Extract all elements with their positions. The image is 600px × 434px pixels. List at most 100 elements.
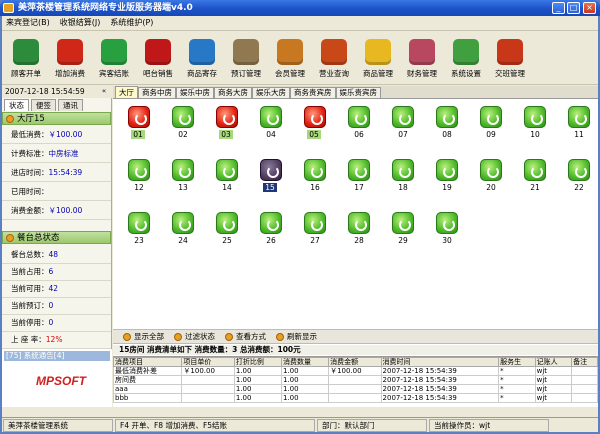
room-icon bbox=[348, 106, 370, 128]
collapse-panel-button[interactable]: « bbox=[99, 87, 109, 96]
table-cell bbox=[328, 393, 382, 403]
column-header: 备注 bbox=[571, 357, 598, 367]
tab-comm[interactable]: 通讯 bbox=[58, 99, 83, 111]
menu-checkin[interactable]: 来宾登记(B) bbox=[6, 17, 50, 28]
toolbar-button-5[interactable]: 预订管理 bbox=[224, 31, 268, 86]
table-cell: wjt bbox=[534, 393, 573, 403]
consumption-table: 消费项目 项目单价 打折比例 消费数量 消费金额 消费时间 服务生 记账人 备注 最低消费补差 ￥… bbox=[112, 356, 598, 407]
action-2[interactable]: 查看方式 bbox=[225, 331, 266, 342]
table-row[interactable]: 房间费 1.00 1.00 2007-12-18 15:54:39 * wjt bbox=[112, 375, 598, 385]
action-1[interactable]: 过滤状态 bbox=[174, 331, 215, 342]
room-03[interactable]: 03 bbox=[213, 106, 241, 140]
room-26[interactable]: 26 bbox=[257, 212, 285, 246]
room-icon bbox=[128, 159, 150, 181]
action-label: 查看方式 bbox=[236, 332, 266, 341]
checkout-arrow-icon bbox=[101, 38, 127, 65]
tab-notes[interactable]: 便签 bbox=[31, 99, 56, 111]
toolbar-button-11[interactable]: 交班管理 bbox=[488, 31, 532, 86]
area-tab-4[interactable]: 娱乐大房 bbox=[252, 87, 290, 98]
room-16[interactable]: 16 bbox=[301, 159, 329, 193]
menu-checkout[interactable]: 收银结算(J) bbox=[60, 17, 101, 28]
area-tab-0[interactable]: 大厅 bbox=[115, 86, 138, 98]
room-04[interactable]: 04 bbox=[257, 106, 285, 140]
room-29[interactable]: 29 bbox=[389, 212, 417, 246]
table-cell: 2007-12-18 15:54:39 bbox=[380, 366, 500, 376]
room-19[interactable]: 19 bbox=[433, 159, 461, 193]
menu-system[interactable]: 系统维护(P) bbox=[110, 17, 153, 28]
toolbar-button-6[interactable]: 会员管理 bbox=[268, 31, 312, 86]
room-icon bbox=[436, 212, 458, 234]
room-06[interactable]: 06 bbox=[345, 106, 373, 140]
table-row[interactable]: 最低消费补差 ￥100.00 1.00 1.00 ￥100.00 2007-12-18 1… bbox=[112, 366, 598, 376]
area-tab-6[interactable]: 娱乐贵宾房 bbox=[335, 87, 381, 98]
area-tab-2[interactable]: 娱乐中房 bbox=[176, 87, 214, 98]
room-18[interactable]: 18 bbox=[389, 159, 417, 193]
toolbar-button-4[interactable]: 商品寄存 bbox=[180, 31, 224, 86]
main-panel: 大厅 商务中房 娱乐中房 商务大房 娱乐大房 商务贵宾房 娱乐贵宾房 01 02 03 04 05 0… bbox=[112, 86, 598, 407]
table-cell: wjt bbox=[534, 384, 573, 394]
room-07[interactable]: 07 bbox=[389, 106, 417, 140]
room-14[interactable]: 14 bbox=[213, 159, 241, 193]
room-01[interactable]: 01 bbox=[125, 106, 153, 140]
table-cell: ￥100.00 bbox=[328, 366, 382, 376]
clock-icon bbox=[233, 38, 259, 65]
area-tab-3[interactable]: 商务大房 bbox=[214, 87, 252, 98]
room-08[interactable]: 08 bbox=[433, 106, 461, 140]
room-icon bbox=[480, 159, 502, 181]
room-02[interactable]: 02 bbox=[169, 106, 197, 140]
room-number: 10 bbox=[530, 130, 540, 139]
room-21[interactable]: 21 bbox=[521, 159, 549, 193]
room-10[interactable]: 10 bbox=[521, 106, 549, 140]
toolbar-button-8[interactable]: 商品管理 bbox=[356, 31, 400, 86]
room-icon bbox=[304, 159, 326, 181]
table-cell: 1.00 bbox=[233, 366, 282, 376]
toolbar-button-9[interactable]: 财务管理 bbox=[400, 31, 444, 86]
room-icon bbox=[524, 106, 546, 128]
room-11[interactable]: 11 bbox=[565, 106, 593, 140]
room-09[interactable]: 09 bbox=[477, 106, 505, 140]
room-12[interactable]: 12 bbox=[125, 159, 153, 193]
room-13[interactable]: 13 bbox=[169, 159, 197, 193]
table-row[interactable]: bbb 1.00 1.00 2007-12-18 15:54:39 * wjt bbox=[112, 393, 598, 403]
close-button[interactable]: × bbox=[583, 2, 596, 14]
toolbar-button-1[interactable]: 增加消费 bbox=[48, 31, 92, 86]
room-25[interactable]: 25 bbox=[213, 212, 241, 246]
toolbar-button-0[interactable]: 顾客开单 bbox=[4, 31, 48, 86]
room-number: 24 bbox=[178, 236, 188, 245]
action-3[interactable]: 刷新显示 bbox=[276, 331, 317, 342]
system-notice-header[interactable]: [75] 系统通告[4] bbox=[4, 351, 110, 361]
toolbar-button-3[interactable]: 吧台销售 bbox=[136, 31, 180, 86]
area-tab-5[interactable]: 商务贵宾房 bbox=[290, 87, 336, 98]
room-23[interactable]: 23 bbox=[125, 212, 153, 246]
room-28[interactable]: 28 bbox=[345, 212, 373, 246]
toolbar-button-2[interactable]: 宾客结账 bbox=[92, 31, 136, 86]
tab-status[interactable]: 状态 bbox=[4, 99, 29, 111]
toolbar-label: 宾客结账 bbox=[99, 68, 129, 78]
room-30[interactable]: 30 bbox=[433, 212, 461, 246]
area-tab-1[interactable]: 商务中房 bbox=[138, 87, 176, 98]
room-20[interactable]: 20 bbox=[477, 159, 505, 193]
toolbar-label: 商品管理 bbox=[363, 68, 393, 78]
info-label: 已用时间： bbox=[11, 187, 49, 196]
maximize-button[interactable]: □ bbox=[567, 2, 580, 14]
action-0[interactable]: 显示全部 bbox=[123, 331, 164, 342]
room-24[interactable]: 24 bbox=[169, 212, 197, 246]
table-header-row: 消费项目 项目单价 打折比例 消费数量 消费金额 消费时间 服务生 记账人 备注 bbox=[112, 357, 598, 367]
table-body: 最低消费补差 ￥100.00 1.00 1.00 ￥100.00 2007-12-18 1… bbox=[112, 366, 598, 403]
toolbar-button-7[interactable]: 营业查询 bbox=[312, 31, 356, 86]
room-17[interactable]: 17 bbox=[345, 159, 373, 193]
table-row[interactable]: aaa 1.00 1.00 2007-12-18 15:54:39 * wjt bbox=[112, 384, 598, 394]
minimize-button[interactable]: _ bbox=[552, 2, 565, 14]
table-cell bbox=[571, 366, 598, 376]
action-label: 过滤状态 bbox=[185, 332, 215, 341]
room-icon bbox=[568, 159, 590, 181]
room-22[interactable]: 22 bbox=[565, 159, 593, 193]
info-value: 15:54:39 bbox=[48, 168, 83, 177]
room-05[interactable]: 05 bbox=[301, 106, 329, 140]
room-number: 21 bbox=[530, 183, 540, 192]
toolbar-button-10[interactable]: 系统设置 bbox=[444, 31, 488, 86]
room-number: 07 bbox=[398, 130, 408, 139]
summary-value: 12% bbox=[45, 335, 63, 344]
room-15[interactable]: 15 bbox=[257, 159, 285, 193]
room-27[interactable]: 27 bbox=[301, 212, 329, 246]
